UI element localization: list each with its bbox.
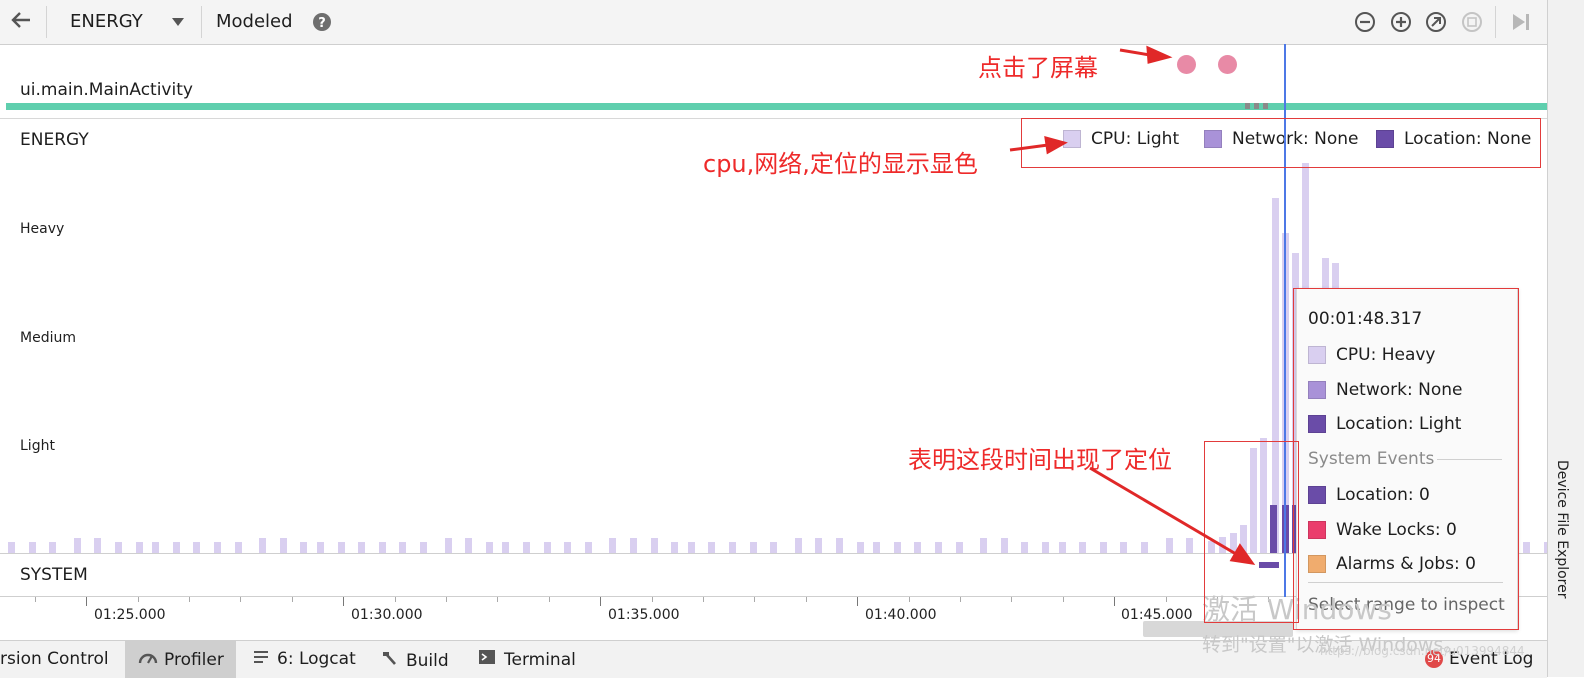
arrow-head [1146,45,1173,64]
arrow-to-touch [1119,48,1151,57]
arrow-to-location [1089,466,1237,556]
annotation-arrows [1009,45,1256,566]
arrow-to-legend [1009,143,1049,152]
arrow-head [1229,543,1256,566]
arrow-head [1044,135,1068,155]
